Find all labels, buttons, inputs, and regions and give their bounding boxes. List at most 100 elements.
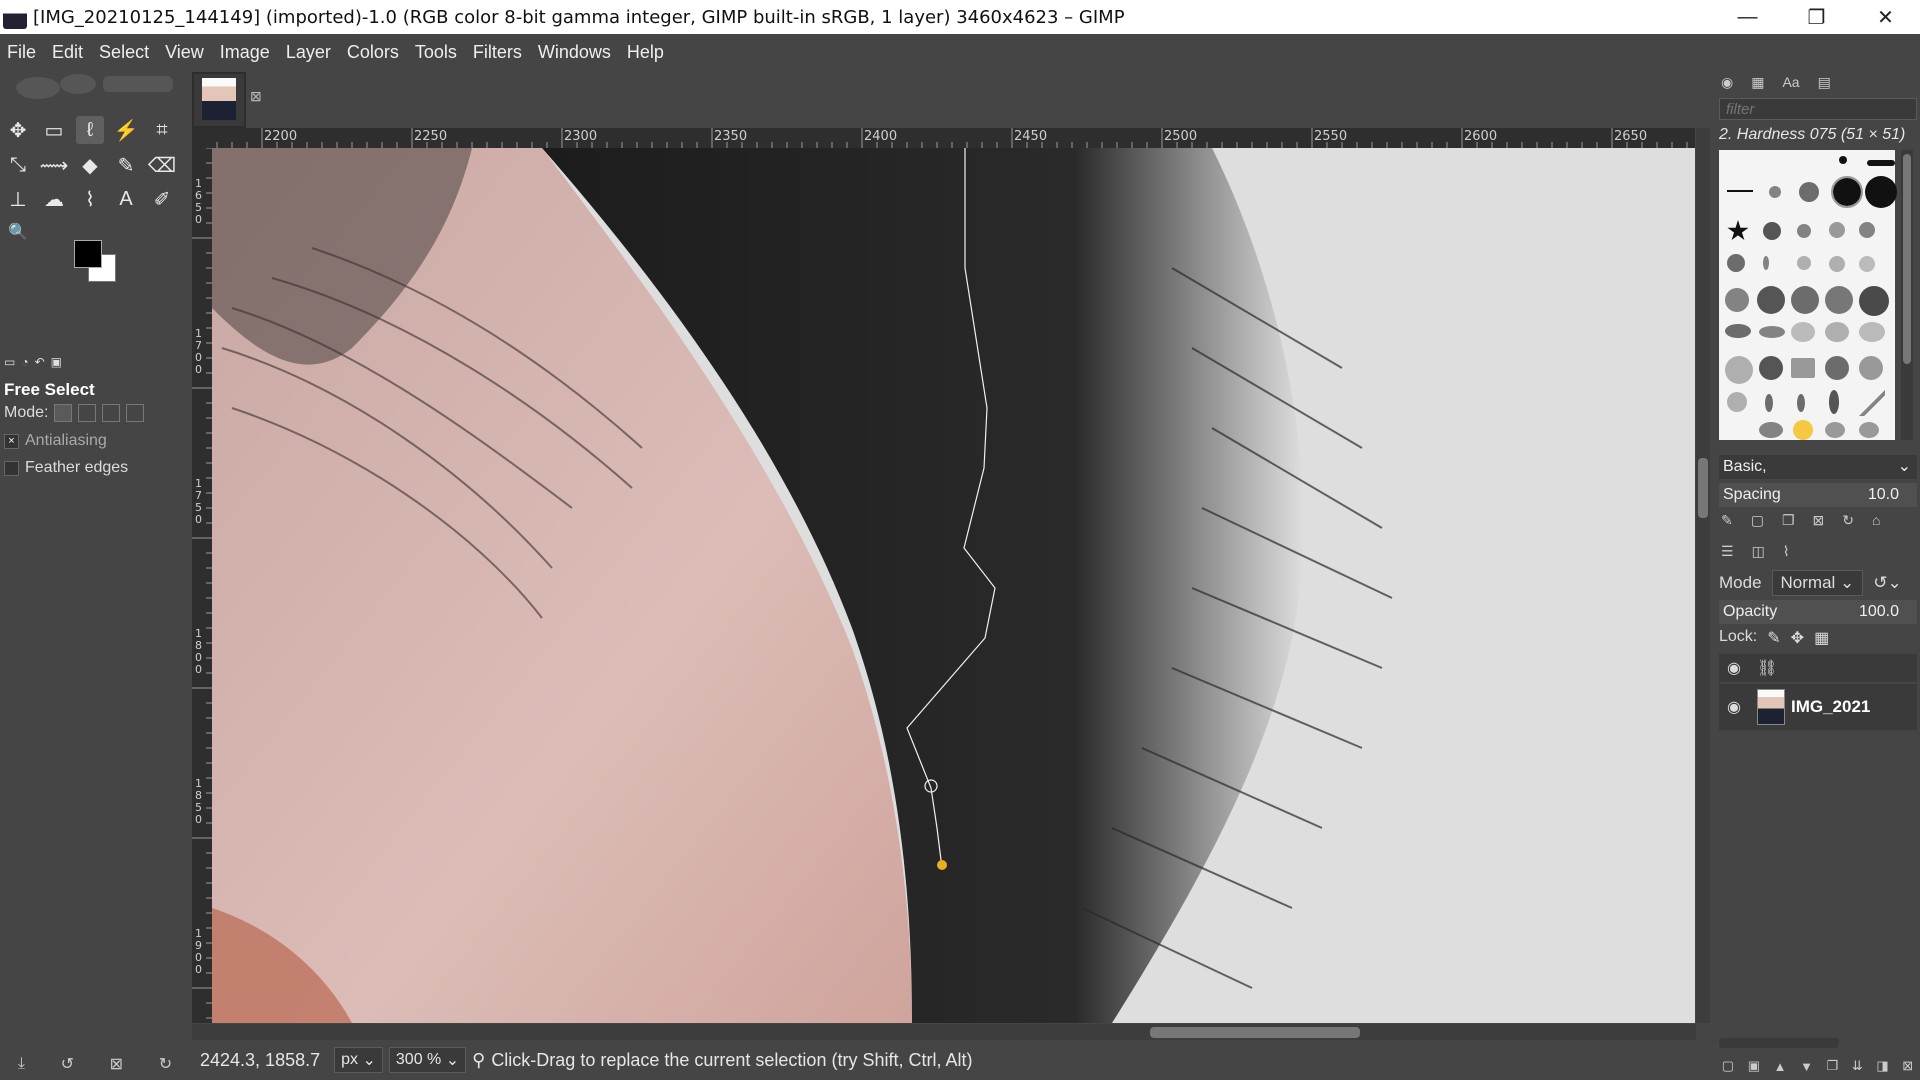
smudge-icon[interactable]: ☁ bbox=[40, 185, 68, 213]
menu-image[interactable]: Image bbox=[213, 42, 279, 63]
spacing-spinner[interactable]: Spacing 10.0 bbox=[1719, 483, 1917, 507]
menu-tools[interactable]: Tools bbox=[408, 42, 466, 63]
raise-layer-icon[interactable]: ▲ bbox=[1774, 1059, 1787, 1074]
image-canvas[interactable] bbox=[212, 148, 1695, 1023]
eraser-icon[interactable]: ⌫ bbox=[148, 151, 176, 179]
menu-view[interactable]: View bbox=[158, 42, 213, 63]
menu-help[interactable]: Help bbox=[620, 42, 673, 63]
brush-grid-scrollbar[interactable] bbox=[1901, 150, 1913, 440]
layers-tabs: ☰ ◫ ⌇ bbox=[1721, 543, 1790, 560]
layers-tab-icon[interactable]: ☰ bbox=[1721, 543, 1734, 560]
zoom-icon[interactable]: 🔍 bbox=[4, 218, 32, 246]
bucket-fill-icon[interactable]: ◆ bbox=[76, 151, 104, 179]
clone-icon[interactable]: ⊥ bbox=[4, 185, 32, 213]
new-brush-icon[interactable]: ▢ bbox=[1751, 512, 1764, 529]
antialiasing-checkbox[interactable]: × bbox=[4, 433, 19, 449]
open-brush-folder-icon[interactable]: ⌂ bbox=[1872, 512, 1880, 529]
save-options-icon[interactable]: ⤓ bbox=[18, 1055, 25, 1073]
duplicate-brush-icon[interactable]: ❐ bbox=[1782, 512, 1795, 529]
eye-icon[interactable]: ◉ bbox=[1727, 697, 1741, 717]
menu-layer[interactable]: Layer bbox=[279, 42, 340, 63]
vertical-scroll-thumb[interactable] bbox=[1698, 458, 1708, 518]
layer-mode-select[interactable]: Normal ⌄ bbox=[1771, 570, 1864, 596]
restore-options-icon[interactable]: ↺ bbox=[61, 1054, 74, 1074]
menu-windows[interactable]: Windows bbox=[531, 42, 620, 63]
menu-file[interactable]: File bbox=[0, 42, 45, 63]
menu-edit[interactable]: Edit bbox=[45, 42, 92, 63]
ruler-corner[interactable] bbox=[192, 128, 212, 148]
mode-subtract-icon[interactable] bbox=[102, 404, 121, 422]
horizontal-ruler[interactable]: 2200 2250 2300 2350 2400 2450 2500 2550 2600 2650 bbox=[212, 128, 1695, 149]
brush-filter-input[interactable] bbox=[1719, 98, 1917, 120]
delete-options-icon[interactable]: ⊠ bbox=[110, 1054, 123, 1074]
brush-grid[interactable] bbox=[1719, 150, 1897, 440]
paths-tab-icon[interactable]: ⌇ bbox=[1783, 543, 1790, 560]
opacity-spinner[interactable]: Opacity 100.0 bbox=[1719, 600, 1917, 624]
document-history-tab-icon[interactable]: ▤ bbox=[1818, 74, 1831, 91]
color-picker-icon[interactable]: ✐ bbox=[148, 185, 176, 213]
lock-position-icon[interactable]: ✥ bbox=[1791, 628, 1804, 648]
patterns-tab-icon[interactable]: ▦ bbox=[1751, 74, 1764, 91]
device-status-tab-icon[interactable]: ◔ bbox=[21, 355, 28, 369]
duplicate-layer-icon[interactable]: ❐ bbox=[1827, 1058, 1839, 1074]
minimize-button[interactable]: — bbox=[1713, 0, 1782, 34]
unit-select[interactable]: px ⌄ bbox=[334, 1047, 383, 1073]
lock-alpha-icon[interactable]: ▦ bbox=[1814, 628, 1829, 648]
menu-select[interactable]: Select bbox=[92, 42, 158, 63]
crop-icon[interactable]: ⌗ bbox=[148, 116, 176, 144]
feather-checkbox[interactable] bbox=[4, 460, 19, 476]
fonts-tab-icon[interactable]: Aa bbox=[1782, 74, 1799, 91]
restore-button[interactable]: ❐ bbox=[1782, 0, 1851, 34]
zoom-select[interactable]: 300 % ⌄ bbox=[388, 1047, 467, 1073]
horizontal-scrollbar[interactable] bbox=[192, 1024, 1696, 1040]
free-select-icon[interactable]: ℓ bbox=[76, 116, 104, 144]
close-button[interactable]: ✕ bbox=[1851, 0, 1920, 34]
layer-row[interactable]: ◉ IMG_2021 bbox=[1719, 684, 1917, 730]
tool-options-tab-icon[interactable]: ▭ bbox=[4, 355, 15, 369]
paths-icon[interactable]: ⌇ bbox=[76, 185, 104, 213]
chain-header-icon: ⛓ bbox=[1757, 660, 1778, 677]
brush-grid-scroll-thumb[interactable] bbox=[1903, 154, 1911, 364]
fuzzy-select-icon[interactable]: ⚡ bbox=[112, 116, 140, 144]
brush-set-select[interactable]: Basic, ⌄ bbox=[1719, 455, 1917, 479]
vertical-ruler[interactable]: 1650 1700 1750 1800 1850 1900 bbox=[192, 148, 213, 1023]
delete-layer-icon[interactable]: ⊠ bbox=[1902, 1058, 1913, 1074]
close-image-tab-icon[interactable]: ⊠ bbox=[250, 88, 262, 105]
foreground-color-swatch[interactable] bbox=[74, 240, 102, 268]
images-tab-icon[interactable]: ▣ bbox=[51, 355, 62, 369]
edit-brush-icon[interactable]: ✎ bbox=[1721, 512, 1733, 529]
mask-icon[interactable]: ◨ bbox=[1876, 1058, 1888, 1074]
antialiasing-option[interactable]: × Antialiasing bbox=[4, 432, 107, 450]
paintbrush-icon[interactable]: ✎ bbox=[112, 151, 140, 179]
brushes-tab-icon[interactable]: ◉ bbox=[1721, 74, 1733, 91]
menu-filters[interactable]: Filters bbox=[466, 42, 531, 63]
new-group-icon[interactable]: ▣ bbox=[1748, 1058, 1760, 1074]
horizontal-scroll-thumb[interactable] bbox=[1150, 1027, 1360, 1038]
reset-options-icon[interactable]: ↻ bbox=[159, 1054, 172, 1074]
channels-tab-icon[interactable]: ◫ bbox=[1752, 543, 1765, 560]
vertical-scrollbar[interactable] bbox=[1696, 128, 1710, 1023]
mode-reset-icon[interactable]: ↺⌄ bbox=[1873, 573, 1902, 593]
refresh-brushes-icon[interactable]: ↻ bbox=[1842, 512, 1854, 529]
layers-hscroll-thumb[interactable] bbox=[1719, 1038, 1839, 1048]
transform-icon[interactable]: ⤡ bbox=[4, 151, 32, 179]
ruler-h-label: 2250 bbox=[414, 129, 448, 144]
menu-colors[interactable]: Colors bbox=[340, 42, 408, 63]
feather-option[interactable]: Feather edges bbox=[4, 459, 128, 477]
image-tab[interactable] bbox=[192, 72, 246, 128]
fg-bg-colors[interactable] bbox=[72, 238, 118, 282]
mode-intersect-icon[interactable] bbox=[126, 404, 145, 422]
delete-brush-icon[interactable]: ⊠ bbox=[1813, 512, 1825, 529]
text-tool-icon[interactable]: A bbox=[112, 185, 140, 213]
lower-layer-icon[interactable]: ▼ bbox=[1800, 1059, 1813, 1074]
undo-history-tab-icon[interactable]: ↶ bbox=[35, 355, 45, 369]
new-layer-icon[interactable]: ▢ bbox=[1722, 1058, 1734, 1074]
warp-icon[interactable]: ⟿ bbox=[40, 151, 69, 179]
move-tool-icon[interactable]: ✥ bbox=[4, 116, 32, 144]
rect-select-icon[interactable]: ▭ bbox=[40, 116, 68, 144]
merge-layer-icon[interactable]: ⇊ bbox=[1852, 1058, 1863, 1074]
lock-pixels-icon[interactable]: ✎ bbox=[1767, 628, 1780, 648]
ruler-v-label: 1650 bbox=[195, 177, 202, 226]
mode-replace-icon[interactable] bbox=[54, 404, 73, 422]
mode-add-icon[interactable] bbox=[78, 404, 97, 422]
